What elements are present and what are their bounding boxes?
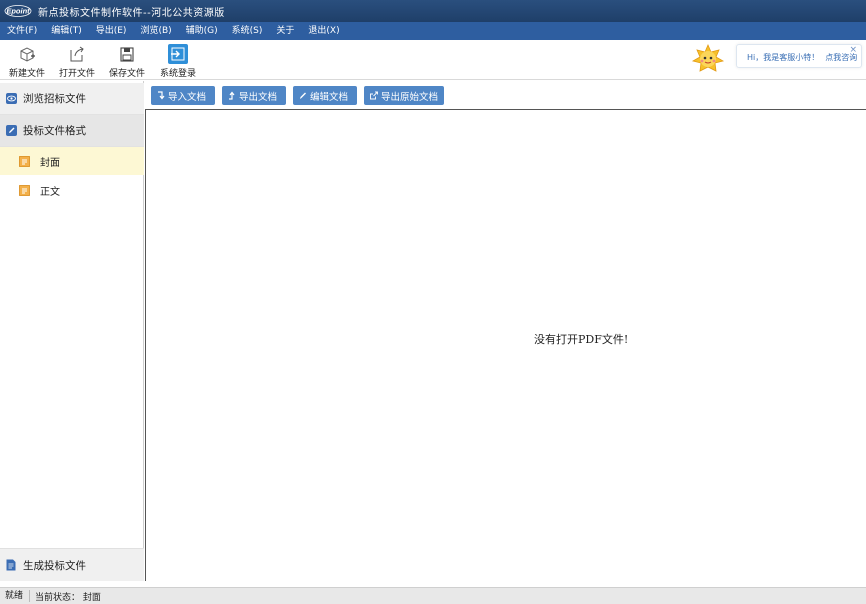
file-icon bbox=[6, 559, 16, 571]
new-file-icon bbox=[17, 44, 37, 64]
assistant-bubble: Hi，我是客服小特！ 点我咨询 × bbox=[736, 44, 862, 68]
system-login-button[interactable]: 系统登录 bbox=[156, 40, 200, 80]
new-file-button[interactable]: 新建文件 bbox=[6, 40, 48, 80]
status-bar: 就绪 当前状态： 封面 bbox=[0, 587, 866, 604]
system-login-label: 系统登录 bbox=[159, 69, 196, 79]
import-icon bbox=[157, 91, 165, 100]
document-actions: 导入文档 导出文档 编辑文档 导出原始文档 bbox=[145, 81, 866, 109]
edit-document-label: 编辑文档 bbox=[310, 91, 349, 103]
menu-browse[interactable]: 浏览(B) bbox=[133, 22, 178, 40]
menu-about[interactable]: 关于 bbox=[269, 22, 301, 40]
menu-file[interactable]: 文件(F) bbox=[0, 22, 44, 40]
tree-item-body[interactable]: 正文 bbox=[0, 176, 144, 204]
viewer-empty-message: 没有打开PDF文件! bbox=[534, 333, 629, 346]
export-icon bbox=[228, 91, 236, 100]
status-current-state: 当前状态： 封面 bbox=[35, 592, 101, 603]
tree-item-cover[interactable]: 封面 bbox=[0, 147, 144, 175]
save-file-icon bbox=[117, 44, 137, 64]
menu-bar: 文件(F) 编辑(T) 导出(E) 浏览(B) 辅助(G) 系统(S) 关于 退… bbox=[0, 22, 866, 40]
pdf-viewer[interactable]: 没有打开PDF文件! bbox=[145, 109, 866, 581]
close-icon[interactable]: × bbox=[849, 45, 857, 55]
new-file-label: 新建文件 bbox=[8, 69, 45, 79]
generate-bid-file-button[interactable]: 生成投标文件 bbox=[0, 548, 144, 581]
login-icon bbox=[168, 44, 188, 64]
sidebar-item-bid-format[interactable]: 投标文件格式 bbox=[0, 115, 144, 147]
menu-export[interactable]: 导出(E) bbox=[89, 22, 134, 40]
window-title: 新点投标文件制作软件--河北公共资源版 bbox=[38, 7, 225, 19]
import-document-button[interactable]: 导入文档 bbox=[151, 86, 215, 105]
open-file-button[interactable]: 打开文件 bbox=[56, 40, 98, 80]
save-file-label: 保存文件 bbox=[108, 69, 145, 79]
eye-icon bbox=[6, 93, 17, 104]
menu-assist[interactable]: 辅助(G) bbox=[179, 22, 225, 40]
export-original-document-label: 导出原始文档 bbox=[381, 91, 439, 103]
logo-text: Epoint bbox=[6, 7, 30, 16]
assistant-text: Hi，我是客服小特！ 点我咨询 bbox=[747, 52, 857, 63]
generate-bid-file-label: 生成投标文件 bbox=[23, 559, 86, 572]
export-original-document-button[interactable]: 导出原始文档 bbox=[364, 86, 444, 105]
status-ready: 就绪 bbox=[0, 590, 31, 602]
export-document-button[interactable]: 导出文档 bbox=[222, 86, 286, 105]
edit-document-button[interactable]: 编辑文档 bbox=[293, 86, 357, 105]
tree-item-label: 封面 bbox=[40, 157, 60, 169]
export-document-label: 导出文档 bbox=[239, 91, 278, 103]
menu-exit[interactable]: 退出(X) bbox=[301, 22, 346, 40]
import-document-label: 导入文档 bbox=[168, 91, 207, 103]
menu-edit[interactable]: 编辑(T) bbox=[44, 22, 89, 40]
external-link-icon bbox=[370, 91, 378, 100]
sidebar: 浏览招标文件 投标文件格式 封面 正文 生成投标文件 bbox=[0, 81, 144, 581]
sidebar-item-label: 浏览招标文件 bbox=[23, 93, 86, 105]
menu-system[interactable]: 系统(S) bbox=[225, 22, 270, 40]
title-bar: Epoint 新点投标文件制作软件--河北公共资源版 bbox=[0, 0, 866, 22]
app-window: Epoint 新点投标文件制作软件--河北公共资源版 文件(F) 编辑(T) 导… bbox=[0, 0, 866, 604]
document-icon bbox=[19, 184, 30, 196]
pencil-icon bbox=[299, 91, 307, 100]
sidebar-item-label: 投标文件格式 bbox=[23, 125, 86, 137]
tree-item-label: 正文 bbox=[40, 186, 60, 198]
sidebar-item-browse-tender[interactable]: 浏览招标文件 bbox=[0, 83, 144, 115]
epoint-logo: Epoint bbox=[4, 4, 32, 18]
save-file-button[interactable]: 保存文件 bbox=[106, 40, 148, 80]
pencil-icon bbox=[6, 125, 17, 136]
assistant-greeting: Hi，我是客服小特！ bbox=[747, 53, 820, 62]
document-icon bbox=[19, 155, 30, 167]
open-file-label: 打开文件 bbox=[58, 69, 95, 79]
assistant-mascot-icon[interactable] bbox=[691, 43, 725, 75]
main-toolbar: 新建文件 打开文件 保存文件 系统登录 Hi，我是客服小特！ 点我咨询 × bbox=[0, 40, 866, 80]
open-file-icon bbox=[67, 44, 87, 64]
